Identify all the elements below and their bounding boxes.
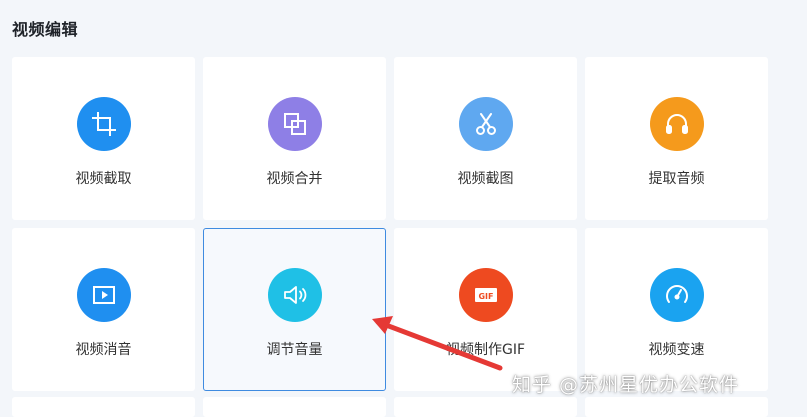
tool-card-extract-audio[interactable]: 提取音频 <box>585 57 768 220</box>
tool-card-partial[interactable] <box>203 397 386 417</box>
tool-grid-next-row <box>12 397 768 417</box>
tool-label: 视频截取 <box>75 171 132 187</box>
gif-icon: GIF <box>458 268 513 322</box>
tool-grid: 视频截取 视频合并 视频截图 提取音频 视频消音 调节音量 GIF 视频制作GI… <box>12 57 768 391</box>
tool-label: 视频消音 <box>75 342 132 358</box>
watermark: 知乎 @苏州星优办公软件 <box>512 374 740 396</box>
svg-text:GIF: GIF <box>478 292 493 301</box>
tool-label: 视频变速 <box>648 342 705 358</box>
tool-card-partial[interactable] <box>12 397 195 417</box>
tool-card-adjust-volume[interactable]: 调节音量 <box>203 228 386 391</box>
headphones-icon <box>649 97 704 151</box>
tool-card-video-clip[interactable]: 视频截取 <box>12 57 195 220</box>
tool-label: 提取音频 <box>648 171 705 187</box>
tool-label: 视频合并 <box>266 171 323 187</box>
tool-label: 视频制作GIF <box>445 342 526 358</box>
tool-card-video-screenshot[interactable]: 视频截图 <box>394 57 577 220</box>
volume-icon <box>267 268 322 322</box>
tool-label: 调节音量 <box>266 342 323 358</box>
scissors-icon <box>458 97 513 151</box>
tool-card-video-speed[interactable]: 视频变速 <box>585 228 768 391</box>
tool-label: 视频截图 <box>457 171 514 187</box>
tool-card-video-mute[interactable]: 视频消音 <box>12 228 195 391</box>
tool-card-video-to-gif[interactable]: GIF 视频制作GIF <box>394 228 577 391</box>
crop-icon <box>76 97 131 151</box>
mute-video-icon <box>76 268 131 322</box>
merge-icon <box>267 97 322 151</box>
tool-card-partial[interactable] <box>585 397 768 417</box>
speedometer-icon <box>649 268 704 322</box>
section-title: 视频编辑 <box>12 20 79 39</box>
tool-card-video-merge[interactable]: 视频合并 <box>203 57 386 220</box>
tool-card-partial[interactable] <box>394 397 577 417</box>
